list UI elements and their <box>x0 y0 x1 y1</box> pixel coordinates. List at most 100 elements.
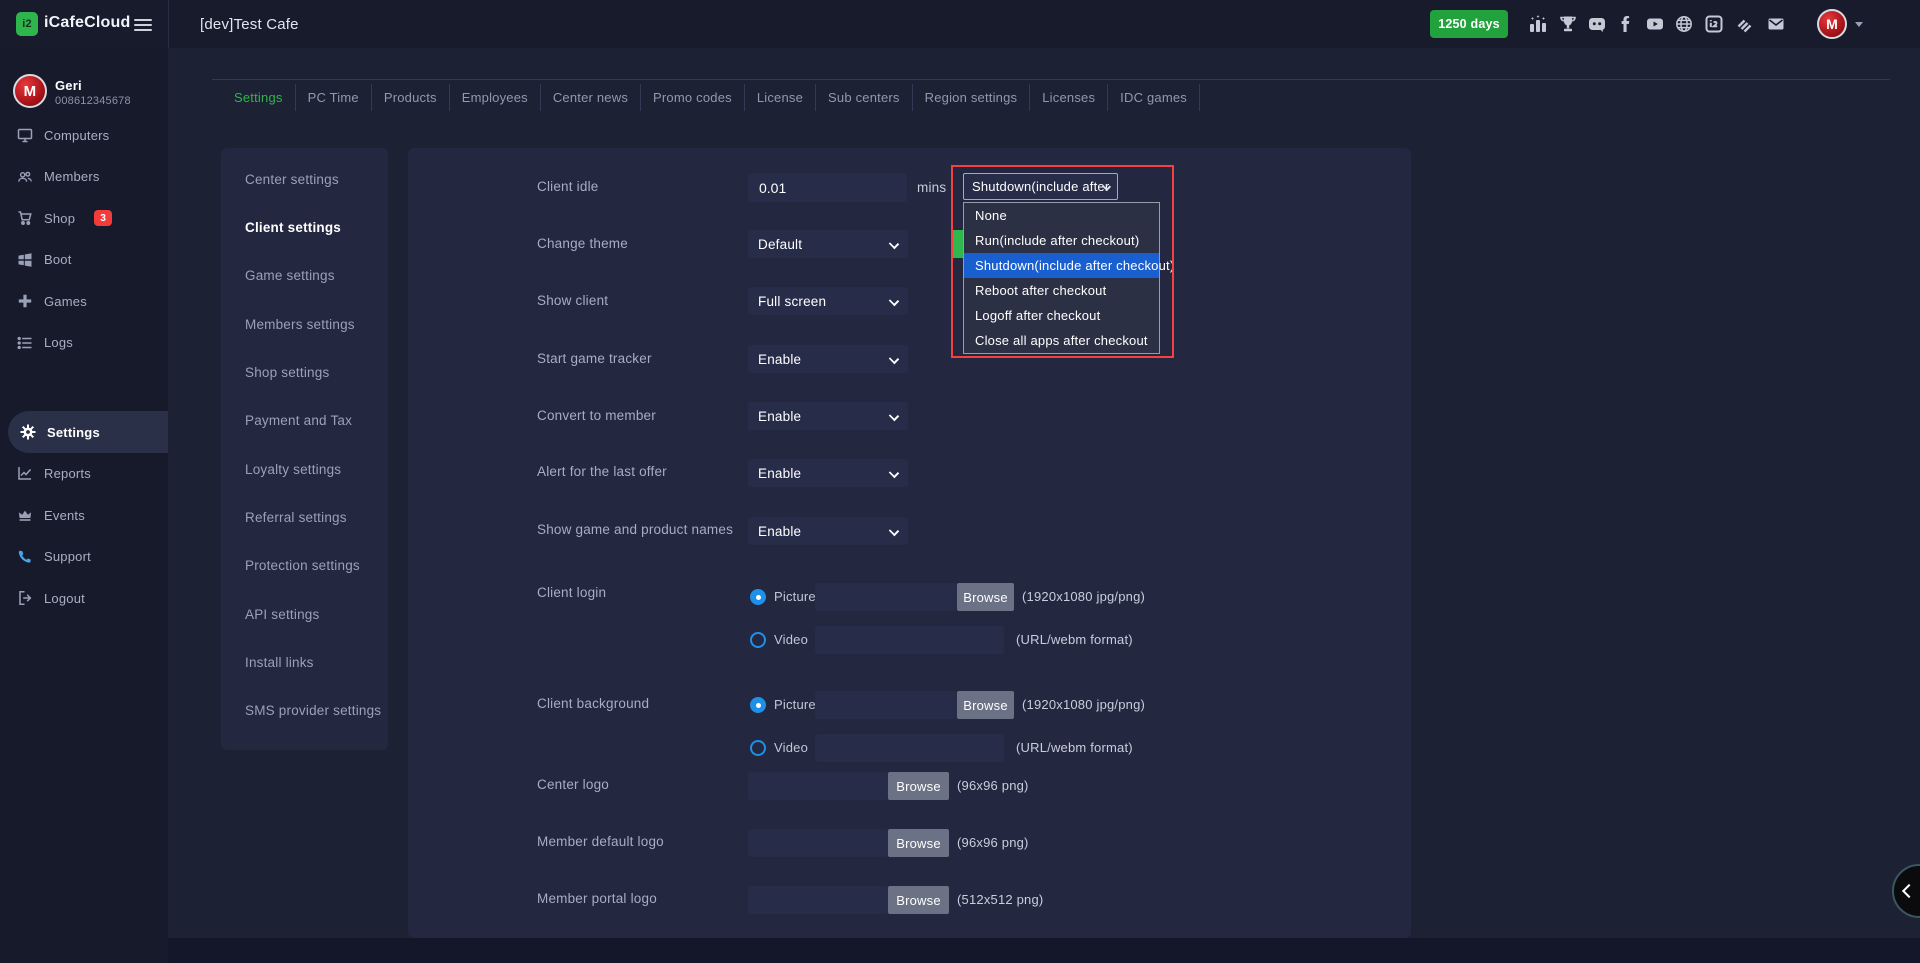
member-default-logo-browse-button[interactable]: Browse <box>888 829 949 857</box>
nav-payment-and-tax[interactable]: Payment and Tax <box>245 413 352 428</box>
sidebar-item-logout[interactable]: Logout <box>0 578 168 619</box>
client-login-video-radio[interactable] <box>750 632 766 648</box>
brand-name: iCafeCloud <box>44 14 130 32</box>
client-login-picture-input[interactable] <box>815 583 957 611</box>
show-client-select[interactable]: Full screen <box>748 287 908 315</box>
tab-sub-centers[interactable]: Sub centers <box>816 84 913 111</box>
start-game-tracker-select[interactable]: Enable <box>748 345 908 373</box>
client-background-video-radio[interactable] <box>750 740 766 756</box>
sidebar-item-members[interactable]: Members <box>0 156 168 197</box>
icafecloud-icon[interactable] <box>1704 14 1724 34</box>
globe-icon[interactable] <box>1674 14 1694 34</box>
change-theme-label: Change theme <box>537 236 628 251</box>
client-login-video-input[interactable] <box>815 626 1004 654</box>
member-portal-logo-hint: (512x512 png) <box>957 892 1043 907</box>
member-portal-logo-input[interactable] <box>748 886 888 914</box>
alert-last-offer-select[interactable]: Enable <box>748 459 908 487</box>
client-background-picture-radio[interactable] <box>750 697 766 713</box>
client-login-picture-hint: (1920x1080 jpg/png) <box>1022 589 1145 604</box>
dropdown-option-logoff[interactable]: Logoff after checkout <box>964 303 1159 328</box>
sidebar-item-games[interactable]: Games <box>0 281 168 322</box>
sidebar-item-label: Reports <box>44 466 91 481</box>
sidebar-item-label: Computers <box>44 128 109 143</box>
sidebar-item-logs[interactable]: Logs <box>0 322 168 363</box>
client-background-video-input[interactable] <box>815 734 1004 762</box>
nav-loyalty-settings[interactable]: Loyalty settings <box>245 462 341 477</box>
tab-license[interactable]: License <box>745 84 816 111</box>
client-background-picture-input[interactable] <box>815 691 957 719</box>
nav-install-links[interactable]: Install links <box>245 655 314 670</box>
tab-licenses[interactable]: Licenses <box>1030 84 1108 111</box>
layers-icon[interactable] <box>1735 14 1755 34</box>
sidebar-item-computers[interactable]: Computers <box>0 115 168 156</box>
edge-panel-toggle[interactable] <box>1892 864 1920 918</box>
hamburger-menu-icon[interactable] <box>134 16 152 32</box>
sidebar-avatar[interactable]: M <box>13 74 47 108</box>
brand-logo-icon[interactable]: i2 <box>16 12 38 36</box>
sidebar-item-shop[interactable]: Shop 3 <box>0 198 168 239</box>
dropdown-option-none[interactable]: None <box>964 203 1159 228</box>
sidebar-item-reports[interactable]: Reports <box>0 453 168 494</box>
client-login-picture-browse-button[interactable]: Browse <box>957 583 1014 611</box>
tab-idc-games[interactable]: IDC games <box>1108 84 1200 111</box>
client-background-video-hint: (URL/webm format) <box>1016 740 1133 755</box>
change-theme-select[interactable]: Default <box>748 230 908 258</box>
member-default-logo-input[interactable] <box>748 829 888 857</box>
show-game-product-names-select[interactable]: Enable <box>748 517 908 545</box>
client-background-picture-browse-button[interactable]: Browse <box>957 691 1014 719</box>
users-icon <box>17 169 33 185</box>
tab-promo-codes[interactable]: Promo codes <box>641 84 745 111</box>
tab-center-news[interactable]: Center news <box>541 84 641 111</box>
tab-settings[interactable]: Settings <box>222 84 296 111</box>
sidebar-item-label: Members <box>44 169 100 184</box>
user-avatar[interactable]: M <box>1817 9 1847 39</box>
chevron-down-icon <box>889 468 899 478</box>
tab-pc-time[interactable]: PC Time <box>296 84 372 111</box>
member-portal-logo-browse-button[interactable]: Browse <box>888 886 949 914</box>
nav-referral-settings[interactable]: Referral settings <box>245 510 347 525</box>
settings-tabs: Settings PC Time Products Employees Cent… <box>222 84 1200 111</box>
discord-icon[interactable] <box>1587 14 1607 34</box>
nav-center-settings[interactable]: Center settings <box>245 172 339 187</box>
convert-to-member-label: Convert to member <box>537 408 656 423</box>
nav-client-settings[interactable]: Client settings <box>245 220 341 235</box>
dropdown-option-run[interactable]: Run(include after checkout) <box>964 228 1159 253</box>
sidebar-item-label: Support <box>44 549 91 564</box>
dropdown-option-reboot[interactable]: Reboot after checkout <box>964 278 1159 303</box>
chevron-down-icon[interactable] <box>1855 22 1863 27</box>
sidebar-item-support[interactable]: Support <box>0 536 168 577</box>
client-login-picture-radio-label: Picture <box>774 589 816 604</box>
start-game-tracker-value: Enable <box>758 352 801 367</box>
nav-sms-provider-settings[interactable]: SMS provider settings <box>245 703 381 718</box>
tab-region-settings[interactable]: Region settings <box>913 84 1031 111</box>
nav-game-settings[interactable]: Game settings <box>245 268 335 283</box>
license-days-badge[interactable]: 1250 days <box>1430 10 1508 38</box>
nav-members-settings[interactable]: Members settings <box>245 317 355 332</box>
center-logo-hint: (96x96 png) <box>957 778 1029 793</box>
center-logo-input[interactable] <box>748 772 888 800</box>
client-login-label: Client login <box>537 585 606 600</box>
sidebar-item-settings[interactable]: Settings <box>8 411 168 453</box>
trophy-icon[interactable] <box>1558 14 1578 34</box>
nav-shop-settings[interactable]: Shop settings <box>245 365 329 380</box>
dropdown-option-shutdown[interactable]: Shutdown(include after checkout) <box>964 253 1159 278</box>
center-logo-browse-button[interactable]: Browse <box>888 772 949 800</box>
mail-icon[interactable] <box>1766 14 1786 34</box>
dropdown-option-close-all-apps[interactable]: Close all apps after checkout <box>964 328 1159 353</box>
client-login-picture-radio[interactable] <box>750 589 766 605</box>
nav-protection-settings[interactable]: Protection settings <box>245 558 360 573</box>
ranking-icon[interactable] <box>1528 14 1548 34</box>
sidebar-item-events[interactable]: Events <box>0 495 168 536</box>
client-idle-action-select[interactable]: Shutdown(include after <box>963 173 1118 200</box>
crown-icon <box>17 507 33 523</box>
tab-employees[interactable]: Employees <box>450 84 541 111</box>
user-name: Geri <box>55 78 82 93</box>
sidebar-item-boot[interactable]: Boot <box>0 239 168 280</box>
chevron-left-icon <box>1902 884 1916 898</box>
youtube-icon[interactable] <box>1645 14 1665 34</box>
client-idle-input[interactable] <box>748 173 907 202</box>
convert-to-member-select[interactable]: Enable <box>748 402 908 430</box>
tab-products[interactable]: Products <box>372 84 450 111</box>
facebook-icon[interactable] <box>1616 14 1636 34</box>
nav-api-settings[interactable]: API settings <box>245 607 319 622</box>
